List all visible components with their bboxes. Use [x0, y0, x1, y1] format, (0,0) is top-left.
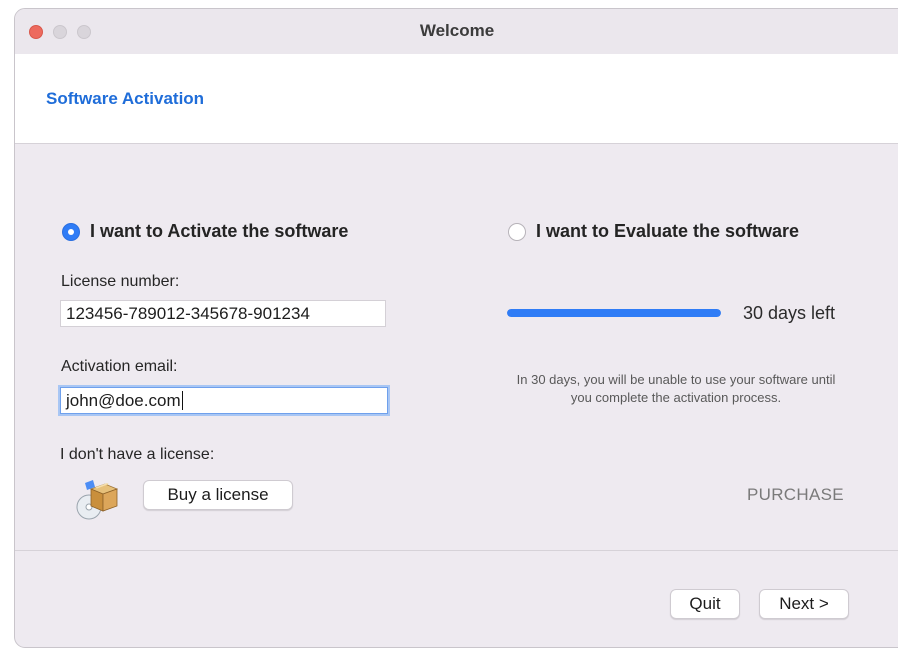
next-button[interactable]: Next >: [759, 589, 849, 619]
activate-radio-button[interactable]: [62, 223, 80, 241]
window-title: Welcome: [419, 21, 495, 40]
no-license-label: I don't have a license:: [60, 446, 215, 463]
license-number-value: 123456-789012-345678-901234: [66, 304, 310, 323]
evaluation-progress-bar: [507, 309, 721, 317]
evaluate-radio-button[interactable]: [508, 223, 526, 241]
activation-email-label: Activation email:: [61, 358, 178, 375]
title-bar[interactable]: Welcome: [15, 9, 898, 54]
buy-license-button[interactable]: Buy a license: [143, 480, 293, 510]
activate-radio-label[interactable]: I want to Activate the software: [90, 221, 348, 242]
evaluation-progress-fill: [507, 309, 721, 317]
page-title: Software Activation: [46, 89, 205, 108]
license-number-field[interactable]: 123456-789012-345678-901234: [60, 300, 386, 327]
purchase-link[interactable]: PURCHASE: [747, 485, 844, 505]
license-number-label: License number:: [61, 273, 180, 290]
days-left-label: 30 days left: [743, 303, 836, 323]
software-package-icon: [76, 480, 119, 520]
welcome-window: Welcome Software Activation I want to Ac…: [14, 8, 898, 648]
quit-button[interactable]: Quit: [670, 589, 740, 619]
activation-email-value: john@doe.com: [66, 391, 181, 410]
footer-divider: [15, 550, 898, 551]
text-caret: [181, 390, 183, 410]
activation-email-field[interactable]: john@doe.com: [60, 387, 388, 414]
evaluation-info-text: In 30 days, you will be unable to use yo…: [516, 372, 836, 405]
evaluate-radio-label[interactable]: I want to Evaluate the software: [536, 221, 799, 242]
header-panel: Software Activation: [15, 54, 898, 144]
